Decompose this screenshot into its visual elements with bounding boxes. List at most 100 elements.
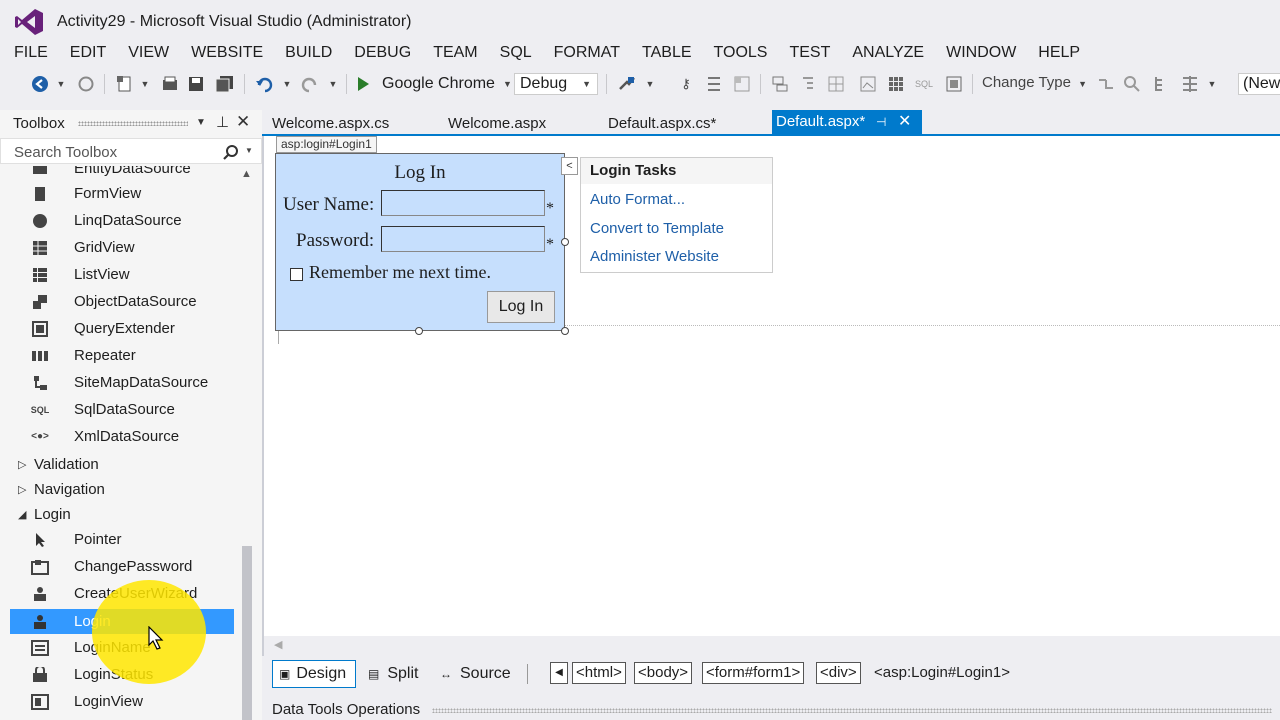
menu-table[interactable]: TABLE — [642, 42, 692, 64]
layout-icon[interactable] — [732, 74, 752, 94]
breadcrumb-div[interactable]: <div> — [816, 662, 861, 684]
scroll-up-icon[interactable]: ▲ — [241, 168, 252, 180]
toolbox-item-queryextender[interactable]: QueryExtender — [10, 316, 234, 341]
resize-handle[interactable] — [415, 327, 423, 335]
auto-format-link[interactable]: Auto Format... — [590, 191, 685, 208]
find-icon[interactable] — [1122, 74, 1142, 94]
new-query-field[interactable]: (New — [1238, 73, 1280, 95]
server-icon[interactable] — [944, 74, 964, 94]
source-view-button[interactable]: ↔ Source — [440, 660, 511, 688]
relationship-icon[interactable] — [1096, 74, 1116, 94]
align-icon[interactable] — [770, 74, 790, 94]
open-file-icon[interactable] — [160, 74, 180, 94]
close-icon[interactable]: ✕ — [236, 112, 250, 132]
toolbox-item-entitydatasource[interactable]: EntityDataSource — [10, 166, 234, 181]
grid-icon[interactable] — [886, 74, 906, 94]
administer-website-link[interactable]: Administer Website — [590, 248, 719, 265]
scrollbar-thumb[interactable] — [242, 546, 252, 720]
attach-icon[interactable] — [616, 74, 638, 94]
toolbox-item-sqldatasource[interactable]: SQL SqlDataSource — [10, 397, 234, 422]
toolbox-item-changepassword[interactable]: ChangePassword — [10, 554, 234, 579]
new-dropdown-icon[interactable]: ▼ — [140, 74, 150, 94]
menu-website[interactable]: WEBSITE — [191, 42, 263, 64]
menu-build[interactable]: BUILD — [285, 42, 332, 64]
smart-tag-toggle[interactable]: < — [561, 157, 578, 175]
breadcrumb-body[interactable]: <body> — [634, 662, 693, 684]
login-control[interactable]: Log In User Name: * Password: * Remember… — [275, 153, 565, 331]
columns-icon[interactable] — [1180, 74, 1200, 94]
menu-edit[interactable]: EDIT — [70, 42, 106, 64]
menu-file[interactable]: FILE — [14, 42, 48, 64]
tree-icon[interactable] — [1152, 74, 1172, 94]
toolbox-scrollbar[interactable]: ▲ — [238, 166, 256, 720]
toolbox-item-gridview[interactable]: GridView — [10, 235, 234, 260]
redo-dropdown-icon[interactable]: ▼ — [328, 74, 338, 94]
breadcrumb-back-icon[interactable]: ◀ — [550, 662, 568, 684]
format-icon[interactable] — [704, 74, 724, 94]
save-icon[interactable] — [186, 74, 206, 94]
menu-help[interactable]: HELP — [1038, 42, 1080, 64]
username-input[interactable] — [381, 190, 545, 216]
redo-icon[interactable] — [300, 74, 320, 94]
tab-welcome-aspx[interactable]: Welcome.aspx — [448, 113, 546, 135]
menu-analyze[interactable]: ANALYZE — [852, 42, 924, 64]
toolbox-search-input[interactable]: Search Toolbox ▼ — [0, 138, 262, 164]
breadcrumb-form[interactable]: <form#form1> — [702, 662, 805, 684]
menu-debug[interactable]: DEBUG — [354, 42, 411, 64]
menu-format[interactable]: FORMAT — [554, 42, 620, 64]
key-icon[interactable]: ⚷ — [676, 74, 696, 94]
menu-view[interactable]: VIEW — [128, 42, 169, 64]
new-project-icon[interactable] — [114, 74, 136, 94]
indent-icon[interactable] — [798, 74, 818, 94]
menu-tools[interactable]: TOOLS — [714, 42, 768, 64]
toolbox-item-sitemapdatasource[interactable]: SiteMapDataSource — [10, 370, 234, 395]
menu-team[interactable]: TEAM — [433, 42, 477, 64]
image-icon[interactable] — [858, 74, 878, 94]
menu-window[interactable]: WINDOW — [946, 42, 1016, 64]
toolbox-group-login[interactable]: ◢ Login — [10, 502, 234, 527]
close-tab-icon[interactable]: ✕ — [898, 110, 911, 134]
toolbox-item-loginview[interactable]: LoginView — [10, 689, 234, 714]
menu-sql[interactable]: SQL — [500, 42, 532, 64]
toolbox-item-pointer[interactable]: Pointer — [10, 527, 234, 552]
tab-welcome-aspx-cs[interactable]: Welcome.aspx.cs — [272, 113, 389, 135]
forward-icon[interactable] — [76, 74, 96, 94]
attach-dropdown-icon[interactable]: ▼ — [644, 74, 656, 94]
scroll-left-icon[interactable]: ◀ — [274, 638, 282, 651]
resize-handle[interactable] — [561, 327, 569, 335]
undo-dropdown-icon[interactable]: ▼ — [282, 74, 292, 94]
drag-grip[interactable] — [78, 121, 188, 126]
change-type-button[interactable]: Change Type ▼ — [982, 74, 1087, 91]
columns-dropdown-icon[interactable]: ▼ — [1206, 74, 1218, 94]
sql-icon[interactable]: SQL — [914, 74, 934, 94]
password-input[interactable] — [381, 226, 545, 252]
breadcrumb-html[interactable]: <html> — [572, 662, 626, 684]
toolbox-item-formview[interactable]: FormView — [10, 181, 234, 206]
toolbox-item-linqdatasource[interactable]: LinqDataSource — [10, 208, 234, 233]
pin-icon[interactable]: ⊥ — [216, 113, 229, 131]
table-layout-icon[interactable] — [826, 74, 846, 94]
panel-menu-icon[interactable]: ▼ — [196, 117, 206, 128]
back-dropdown-icon[interactable]: ▼ — [56, 74, 66, 94]
toolbox-item-objectdatasource[interactable]: ObjectDataSource — [10, 289, 234, 314]
convert-to-template-link[interactable]: Convert to Template — [590, 220, 724, 237]
login-button[interactable]: Log In — [487, 291, 555, 323]
solution-config-select[interactable]: Debug ▼ — [514, 73, 598, 95]
design-view-button[interactable]: ▣ Design — [272, 660, 356, 688]
toolbox-group-navigation[interactable]: ▷ Navigation — [10, 477, 234, 502]
save-all-icon[interactable] — [214, 74, 236, 94]
undo-icon[interactable] — [254, 74, 274, 94]
back-icon[interactable] — [30, 74, 50, 94]
pin-icon[interactable]: ⊣ — [876, 110, 886, 134]
tab-default-aspx[interactable]: Default.aspx* ⊣ ✕ — [772, 110, 922, 134]
toolbox-group-validation[interactable]: ▷ Validation — [10, 452, 234, 477]
toolbox-item-xmldatasource[interactable]: <●> XmlDataSource — [10, 424, 234, 449]
toolbox-item-listview[interactable]: ListView — [10, 262, 234, 287]
toolbox-item-repeater[interactable]: Repeater — [10, 343, 234, 368]
resize-handle[interactable] — [561, 238, 569, 246]
menu-test[interactable]: TEST — [789, 42, 830, 64]
drag-grip[interactable] — [432, 708, 1272, 713]
horizontal-scrollbar[interactable]: ◀ — [264, 636, 1280, 656]
tab-default-aspx-cs[interactable]: Default.aspx.cs* — [608, 113, 716, 135]
split-view-button[interactable]: ▤ Split — [368, 660, 418, 688]
